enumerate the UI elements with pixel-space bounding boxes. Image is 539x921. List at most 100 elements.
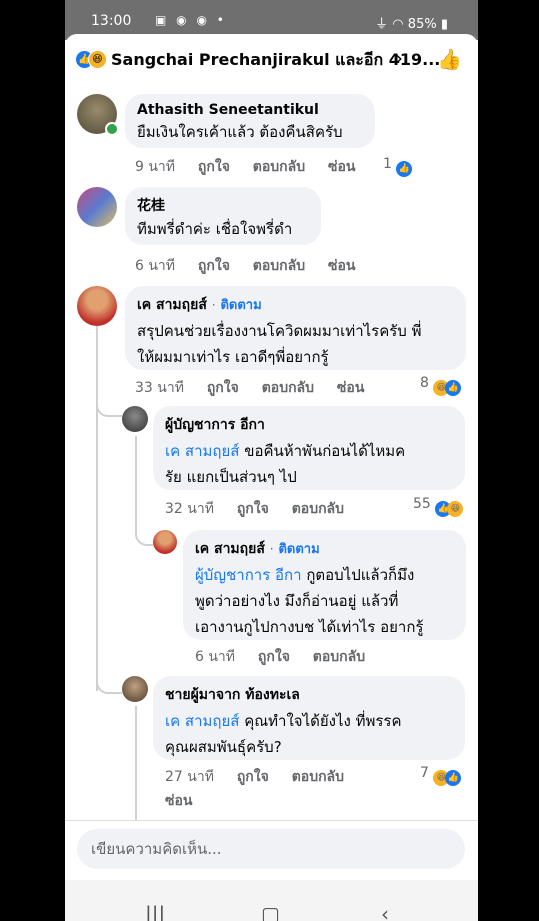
reply-button[interactable]: ตอบกลับ bbox=[313, 649, 365, 665]
comment-header: เค สามฤยส์ · ติดตาม bbox=[195, 538, 454, 560]
thread-line bbox=[135, 706, 137, 821]
wifi-icon: ⏚ ◠ bbox=[375, 17, 404, 32]
like-button[interactable]: ถูกใจ bbox=[198, 159, 230, 175]
reactions-title[interactable]: Sangchai Prechanjirakul และอีก 419... bbox=[111, 48, 440, 73]
phone-screen: 13:00 ▣ ◉ ◉ • ⏚ ◠ 85% ▮ 👍 😆 Sangchai Pre… bbox=[65, 0, 478, 921]
comment-text: เค สามฤยส์ คุณทำใจได้ยังไง ที่พรรค คุณผส… bbox=[165, 708, 453, 760]
avatar[interactable] bbox=[77, 286, 117, 326]
thread-connector bbox=[96, 379, 122, 417]
like-button[interactable]: ถูกใจ bbox=[207, 380, 239, 396]
comment-bubble[interactable]: 花桂 ทีมพรี่ดำค่ะ เชื่อใจพรี่ดำ bbox=[125, 187, 321, 245]
comment-text-line: สรุปคนช่วยเรื่องงานโควิดผมมาเท่าไรครับ พ… bbox=[137, 322, 422, 340]
thread-connector bbox=[96, 656, 122, 694]
hide-button[interactable]: ซ่อน bbox=[328, 159, 355, 175]
reaction-icons: 👍 😆 bbox=[75, 50, 109, 69]
mention-link[interactable]: เค สามฤยส์ bbox=[165, 712, 239, 730]
comment-actions-overflow: ซ่อน bbox=[165, 790, 210, 812]
reply-button[interactable]: ตอบกลับ bbox=[253, 258, 305, 274]
avatar[interactable] bbox=[77, 187, 117, 227]
reaction-count[interactable]: 7 😆 👍 bbox=[420, 765, 462, 786]
comment-author[interactable]: เค สามฤยส์ bbox=[195, 541, 265, 557]
follow-button[interactable]: ติดตาม bbox=[220, 298, 261, 313]
reply-button[interactable]: ตอบกลับ bbox=[292, 769, 344, 785]
comment-text-line: คุณทำใจได้ยังไง ที่พรรค bbox=[239, 712, 402, 730]
reply-button[interactable]: ตอบกลับ bbox=[292, 501, 344, 517]
reactions-header[interactable]: 👍 😆 Sangchai Prechanjirakul และอีก 419..… bbox=[65, 34, 478, 82]
mention-link[interactable]: เค สามฤยส์ bbox=[165, 442, 239, 460]
online-indicator bbox=[105, 122, 119, 136]
notification-icons: ▣ ◉ ◉ • bbox=[155, 13, 227, 27]
like-button[interactable]: ถูกใจ bbox=[237, 501, 269, 517]
like-reaction-icon: 👍 bbox=[396, 161, 413, 177]
comment-author[interactable]: Athasith Seneetantikul bbox=[137, 102, 363, 118]
comment-text-line: ให้ผมมาเท่าไร เอาดีๆพี่อยากรู้ bbox=[137, 348, 329, 366]
comment-text: สรุปคนช่วยเรื่องงานโควิดผมมาเท่าไรครับ พ… bbox=[137, 318, 454, 370]
battery-icon: ▮ bbox=[440, 17, 448, 32]
comment-time: 6 นาที bbox=[195, 649, 236, 665]
avatar[interactable] bbox=[153, 530, 177, 554]
thumbs-up-icon[interactable]: 👍 bbox=[437, 47, 462, 71]
thread-connector bbox=[135, 499, 153, 546]
comment-composer: เขียนความคิดเห็น... bbox=[65, 820, 478, 881]
comment-author[interactable]: ชายผู้มาจาก ท้องทะเล bbox=[165, 684, 453, 706]
follow-button[interactable]: ติดตาม bbox=[278, 542, 319, 557]
comment-text-line: ขอคืนห้าพันก่อนได้ไหมค bbox=[239, 442, 406, 460]
reaction-count-value: 7 bbox=[420, 765, 429, 781]
comment-text-line: คุณผสมพันธุ์ครับ? bbox=[165, 738, 282, 756]
like-reaction-icon: 👍 bbox=[445, 380, 462, 396]
like-button[interactable]: ถูกใจ bbox=[198, 258, 230, 274]
comment-actions: 27 นาที ถูกใจ ตอบกลับ bbox=[165, 766, 362, 788]
comment-time: 6 นาที bbox=[135, 258, 176, 274]
comment-actions: 6 นาที ถูกใจ ตอบกลับ ซ่อน bbox=[135, 255, 373, 277]
comment-text: ยืมเงินใครเค้าแล้ว ต้องคืนสิครับ bbox=[137, 123, 343, 141]
chevron-right-icon[interactable]: › bbox=[395, 46, 403, 70]
hide-button[interactable]: ซ่อน bbox=[328, 258, 355, 274]
hide-button[interactable]: ซ่อน bbox=[337, 380, 364, 396]
reaction-count[interactable]: 1 👍 bbox=[383, 156, 413, 177]
comment-actions: 33 นาที ถูกใจ ตอบกลับ ซ่อน bbox=[135, 377, 382, 399]
system-nav-bar: ||| ▢ ‹ bbox=[65, 880, 478, 921]
like-reaction-icon: 👍 bbox=[445, 770, 462, 786]
reaction-count[interactable]: 8 😆 👍 bbox=[420, 375, 462, 396]
comment-time: 27 นาที bbox=[165, 769, 214, 785]
like-button[interactable]: ถูกใจ bbox=[237, 769, 269, 785]
comment-bubble[interactable]: ชายผู้มาจาก ท้องทะเล เค สามฤยส์ คุณทำใจไ… bbox=[153, 676, 465, 760]
comment-text-line: เอางานกูไปกางบช ได้เท่าไร อยากรู้ bbox=[195, 618, 424, 636]
comment-text-line: กูตอบไปแล้วก็มึง bbox=[301, 566, 415, 584]
comment-time: 9 นาที bbox=[135, 159, 176, 175]
comment-text: ทีมพรี่ดำค่ะ เชื่อใจพรี่ดำ bbox=[137, 220, 293, 238]
comment-text-line: พูดว่าอย่างไง มึงก็อ่านอยู่ แล้วที่ bbox=[195, 592, 399, 610]
battery-level: 85% bbox=[407, 17, 437, 32]
comment-text-line: รัย แยกเป็นส่วนๆ ไป bbox=[165, 468, 297, 486]
comment-text: ผู้บัญชาการ อีกา กูตอบไปแล้วก็มึง พูดว่า… bbox=[195, 562, 454, 640]
status-right: ⏚ ◠ 85% ▮ bbox=[375, 13, 448, 32]
back-icon[interactable]: ‹ bbox=[381, 902, 389, 921]
like-button[interactable]: ถูกใจ bbox=[258, 649, 290, 665]
comment-header: เค สามฤยส์ · ติดตาม bbox=[137, 294, 454, 316]
reaction-count[interactable]: 55 👍 😆 bbox=[413, 496, 464, 517]
status-time: 13:00 bbox=[91, 13, 132, 29]
mention-link[interactable]: ผู้บัญชาการ อีกา bbox=[195, 566, 302, 584]
comment-author[interactable]: 花桂 bbox=[137, 195, 309, 215]
home-icon[interactable]: ▢ bbox=[261, 902, 280, 921]
comment-input[interactable]: เขียนความคิดเห็น... bbox=[77, 829, 465, 869]
hide-button[interactable]: ซ่อน bbox=[165, 793, 192, 809]
reaction-count-value: 8 bbox=[420, 375, 429, 391]
avatar[interactable] bbox=[122, 676, 148, 702]
recent-apps-icon[interactable]: ||| bbox=[145, 902, 165, 921]
comment-bubble[interactable]: ผู้บัญชาการ อีกา เค สามฤยส์ ขอคืนห้าพันก… bbox=[153, 406, 465, 490]
comment-actions: 6 นาที ถูกใจ ตอบกลับ bbox=[195, 646, 383, 668]
reply-button[interactable]: ตอบกลับ bbox=[262, 380, 314, 396]
comment-time: 33 นาที bbox=[135, 380, 184, 396]
separator-dot: · bbox=[269, 542, 274, 556]
reaction-count-value: 55 bbox=[413, 496, 431, 512]
comment-bubble[interactable]: Athasith Seneetantikul ยืมเงินใครเค้าแล้… bbox=[125, 94, 375, 148]
reply-button[interactable]: ตอบกลับ bbox=[253, 159, 305, 175]
comment-bubble[interactable]: เค สามฤยส์ · ติดตาม ผู้บัญชาการ อีกา กูต… bbox=[183, 530, 466, 640]
comment-author[interactable]: ผู้บัญชาการ อีกา bbox=[165, 414, 453, 436]
comment-bubble[interactable]: เค สามฤยส์ · ติดตาม สรุปคนช่วยเรื่องงานโ… bbox=[125, 286, 466, 370]
reaction-count-value: 1 bbox=[383, 156, 392, 172]
comment-actions: 32 นาที ถูกใจ ตอบกลับ bbox=[165, 498, 362, 520]
comment-author[interactable]: เค สามฤยส์ bbox=[137, 297, 207, 313]
avatar[interactable] bbox=[122, 406, 148, 432]
